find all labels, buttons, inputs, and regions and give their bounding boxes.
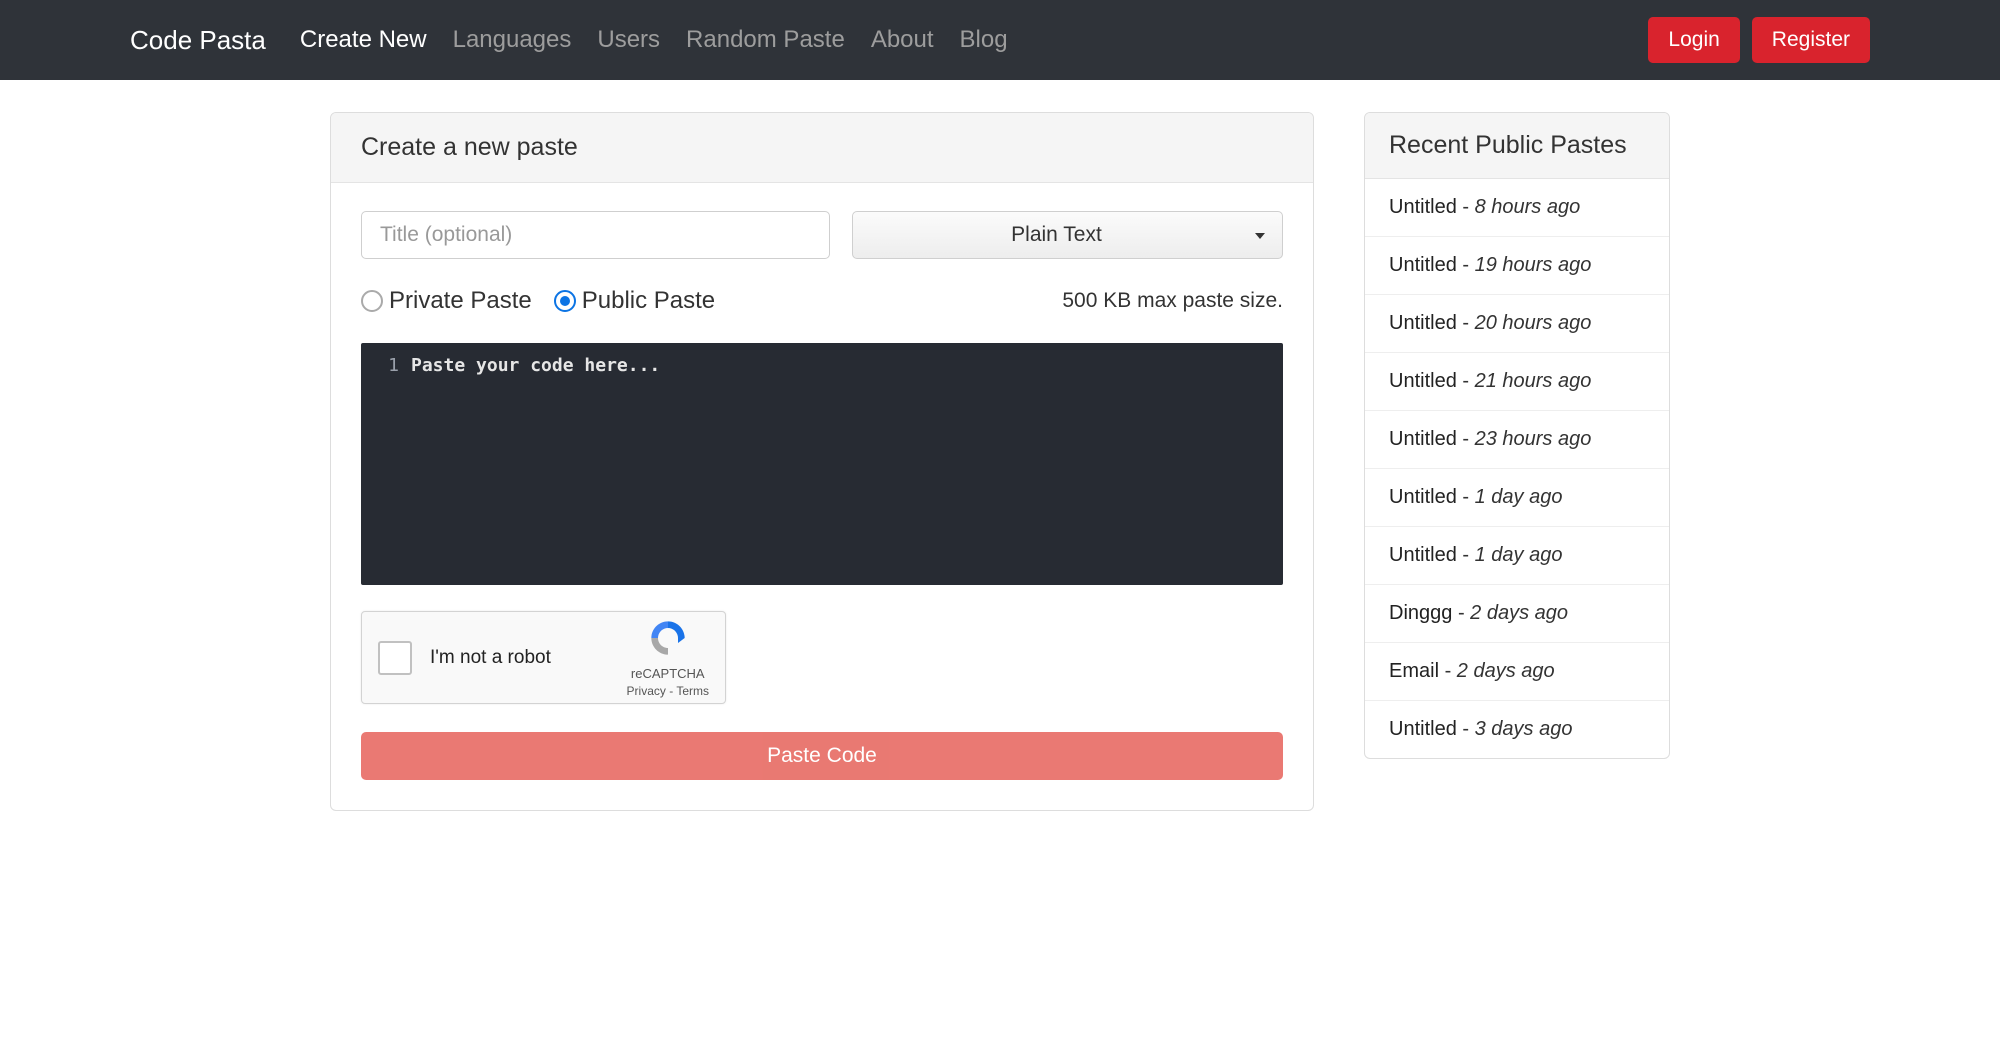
brand-link[interactable]: Code Pasta (130, 25, 266, 56)
sidebar-item-title: Untitled (1389, 370, 1457, 392)
language-select-wrap: Plain Text (852, 211, 1283, 259)
nav-left: Code Pasta Create New Languages Users Ra… (130, 25, 1008, 56)
recaptcha-icon (648, 618, 688, 663)
sidebar-item-title: Untitled (1389, 428, 1457, 450)
editor-placeholder: Paste your code here... (411, 355, 660, 376)
editor-line: 1 Paste your code here... (361, 355, 1283, 376)
main-container: Create a new paste Plain Text Private Pa… (330, 80, 1670, 861)
recaptcha-brand: reCAPTCHA (631, 666, 705, 681)
login-button[interactable]: Login (1648, 17, 1739, 63)
language-select[interactable]: Plain Text (852, 211, 1283, 259)
sidebar-item-recent[interactable]: Dinggg - 2 days ago (1365, 585, 1669, 643)
top-row: Plain Text (361, 211, 1283, 259)
recaptcha-badge: reCAPTCHA Privacy - Terms (627, 618, 709, 698)
line-number: 1 (361, 355, 411, 376)
sidebar-item-recent[interactable]: Email - 2 days ago (1365, 643, 1669, 701)
sidebar-item-recent[interactable]: Untitled - 8 hours ago (1365, 179, 1669, 237)
radio-group: Private Paste Public Paste (361, 287, 715, 315)
nav-create-new[interactable]: Create New (300, 26, 427, 54)
sidebar-item-time: 1 day ago (1475, 486, 1563, 508)
radio-checked-icon (554, 290, 576, 312)
nav-right: Login Register (1648, 17, 1870, 63)
paste-code-button[interactable]: Paste Code (361, 732, 1283, 780)
sidebar-item-recent[interactable]: Untitled - 1 day ago (1365, 469, 1669, 527)
nav-blog[interactable]: Blog (960, 26, 1008, 54)
panel-heading: Create a new paste (331, 113, 1313, 183)
register-button[interactable]: Register (1752, 17, 1870, 63)
recaptcha-widget: I'm not a robot reCAPTCHA Privacy - Term… (361, 611, 726, 704)
nav-random-paste[interactable]: Random Paste (686, 26, 845, 54)
sidebar-item-recent[interactable]: Untitled - 23 hours ago (1365, 411, 1669, 469)
sidebar-item-title: Dinggg (1389, 602, 1452, 624)
sidebar-item-time: 23 hours ago (1475, 428, 1592, 450)
sidebar-item-title: Untitled (1389, 486, 1457, 508)
sidebar-item-time: 2 days ago (1457, 660, 1555, 682)
sidebar-heading: Recent Public Pastes (1365, 113, 1669, 179)
size-note: 500 KB max paste size. (1062, 289, 1283, 313)
sidebar-item-recent[interactable]: Untitled - 1 day ago (1365, 527, 1669, 585)
sidebar-item-time: 3 days ago (1475, 718, 1573, 740)
nav-users[interactable]: Users (597, 26, 660, 54)
sidebar-item-title: Untitled (1389, 196, 1457, 218)
sidebar-item-title: Untitled (1389, 718, 1457, 740)
sidebar-item-title: Untitled (1389, 312, 1457, 334)
nav-languages[interactable]: Languages (453, 26, 572, 54)
sidebar-item-time: 8 hours ago (1475, 196, 1581, 218)
private-radio-label: Private Paste (389, 287, 532, 315)
sidebar-item-time: 21 hours ago (1475, 370, 1592, 392)
public-radio[interactable]: Public Paste (554, 287, 715, 315)
sidebar-item-time: 1 day ago (1475, 544, 1563, 566)
sidebar-item-recent[interactable]: Untitled - 20 hours ago (1365, 295, 1669, 353)
sidebar-item-title: Untitled (1389, 544, 1457, 566)
sidebar-item-recent[interactable]: Untitled - 21 hours ago (1365, 353, 1669, 411)
radio-icon (361, 290, 383, 312)
nav-about[interactable]: About (871, 26, 934, 54)
sidebar-item-title: Untitled (1389, 254, 1457, 276)
sidebar-item-time: 20 hours ago (1475, 312, 1592, 334)
recaptcha-checkbox[interactable] (378, 641, 412, 675)
sidebar-item-time: 19 hours ago (1475, 254, 1592, 276)
sidebar-item-title: Email (1389, 660, 1439, 682)
private-radio[interactable]: Private Paste (361, 287, 532, 315)
panel-body: Plain Text Private Paste Public Paste (331, 183, 1313, 810)
code-editor[interactable]: 1 Paste your code here... (361, 343, 1283, 585)
recaptcha-links[interactable]: Privacy - Terms (627, 684, 709, 698)
sidebar-item-recent[interactable]: Untitled - 3 days ago (1365, 701, 1669, 758)
sidebar-item-time: 2 days ago (1470, 602, 1568, 624)
radio-row: Private Paste Public Paste 500 KB max pa… (361, 287, 1283, 315)
recaptcha-label: I'm not a robot (430, 647, 609, 669)
navbar: Code Pasta Create New Languages Users Ra… (0, 0, 2000, 80)
public-radio-label: Public Paste (582, 287, 715, 315)
sidebar-item-recent[interactable]: Untitled - 19 hours ago (1365, 237, 1669, 295)
create-panel: Create a new paste Plain Text Private Pa… (330, 112, 1314, 811)
title-input[interactable] (361, 211, 830, 259)
recent-sidebar: Recent Public Pastes Untitled - 8 hours … (1364, 112, 1670, 759)
